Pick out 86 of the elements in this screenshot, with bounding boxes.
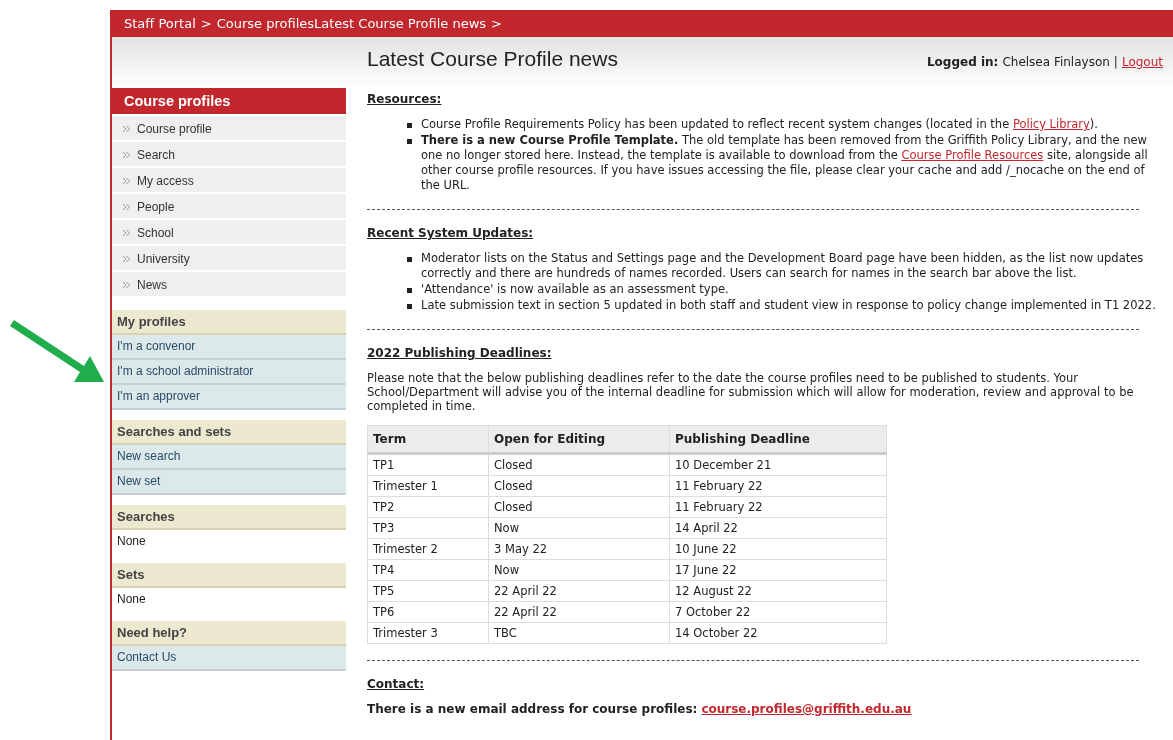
table-cell: TP1 [367,453,489,476]
section-heading: Contact: [367,677,426,691]
table-cell: TP4 [367,559,489,581]
table-cell: TP5 [367,580,489,602]
table-cell: 22 April 22 [488,601,670,623]
section-heading: 2022 Publishing Deadlines: [367,346,553,360]
column-header: Term [367,425,489,454]
table-cell: Closed [488,496,670,518]
breadcrumb-link[interactable]: Course profilesLatest Course Profile news [216,16,487,31]
table-cell: Closed [488,453,670,476]
table-cell: 17 June 22 [669,559,887,581]
table-cell: Now [488,559,670,581]
table-cell: 3 May 22 [488,538,670,560]
bullet-text: Course Profile Requirements Policy has been updated to reflect recent system changes (located in the Policy Library). [421,117,1098,132]
table-cell: 11 February 22 [669,475,887,497]
chevron-icon [123,229,130,236]
nav-link[interactable]: University [112,246,346,270]
contact-text: There is a new email address for course profiles: [367,702,698,716]
table-cell: 10 December 21 [669,453,887,476]
bullet-text: 'Attendance' is now available as an assessment type. [421,282,729,297]
table-cell: Closed [488,475,670,497]
empty-note: None [116,533,147,550]
sidebar-link[interactable]: I'm an approver [112,385,346,410]
nav-link[interactable]: Course profile [112,116,346,140]
nav-link[interactable]: Search [112,142,346,166]
table-cell: 14 October 22 [669,622,887,644]
table-cell: 12 August 22 [669,580,887,602]
table-cell: Now [488,517,670,539]
table-cell: Trimester 3 [367,622,489,644]
bullet-icon [407,288,412,293]
login-separator: | [1113,55,1118,69]
section-heading: Resources: [367,92,443,106]
sidebar-link[interactable]: New set [112,470,346,495]
nav-link[interactable]: People [112,194,346,218]
user-name: Chelsea Finlayson [1002,55,1110,69]
table-cell: Trimester 2 [367,538,489,560]
table-cell: 11 February 22 [669,496,887,518]
email-link[interactable]: course.profiles@griffith.edu.au [701,702,912,716]
sidebar-link[interactable]: I'm a school administrator [112,360,346,385]
bullet-icon [407,123,412,128]
section-heading: Searches and sets [112,420,346,445]
column-header: Open for Editing [488,425,670,454]
chevron-icon [123,203,130,210]
section-heading: Recent System Updates: [367,226,535,240]
table-cell: TBC [488,622,670,644]
page-title: Latest Course Profile news [367,47,618,71]
sidebar-link[interactable]: New search [112,445,346,470]
empty-note: None [116,591,147,608]
nav-link[interactable]: School [112,220,346,244]
sidebar-link[interactable]: Contact Us [112,646,346,671]
table-cell: 10 June 22 [669,538,887,560]
chevron-icon [123,125,130,132]
section-heading: My profiles [112,310,346,335]
bullet-text: Moderator lists on the Status and Settings page and the Development Board page have been hidden, as the list now updates correctly and there are hundreds of names recorded. Users can search for names in the search bar above the list. [421,251,1145,281]
bullet-icon [407,257,412,262]
chevron-icon [123,177,130,184]
table-cell: TP3 [367,517,489,539]
nav-link[interactable]: My access [112,168,346,192]
sidebar-heading: Course profiles [112,88,346,114]
column-header: Publishing Deadline [669,425,887,454]
sidebar-link[interactable]: I'm a convenor [112,335,346,360]
chevron-icon [123,281,130,288]
table-cell: TP2 [367,496,489,518]
table-cell: 22 April 22 [488,580,670,602]
breadcrumb-separator: > [491,16,502,31]
table-cell: TP6 [367,601,489,623]
bullet-text: Late submission text in section 5 updated in both staff and student view in response to policy change implemented in T1 2022. [421,298,1156,313]
table-cell: 7 October 22 [669,601,887,623]
table-cell: Trimester 1 [367,475,489,497]
breadcrumb-separator: > [200,16,212,31]
chevron-icon [123,151,130,158]
breadcrumb-link[interactable]: Staff Portal [124,16,196,31]
bullet-text: There is a new Course Profile Template. The old template has been removed from the Griffith Policy Library, and the new one no longer stored here. Instead, the template is available to download from the Course Profile Resources site, alongside all other course profile resources. If you have issues accessing the file, please clear your cache and add /_nocache on the end of the URL. [421,133,1149,193]
intro-text: Please note that the below publishing deadlines refer to the date the course profiles need to be published to students. Your School/Department will advise you of the internal deadline for submission which will allow for moderation, review and approval to be completed in time. [367,371,1135,413]
logout-link[interactable]: Logout [1121,55,1163,69]
inline-link[interactable]: Policy Library [1012,117,1090,131]
inline-link[interactable]: Course Profile Resources [901,148,1044,162]
bullet-icon [407,139,412,144]
table-cell: 14 April 22 [669,517,887,539]
section-heading: Sets [112,563,346,588]
login-label: Logged in: [926,55,999,69]
bullet-icon [407,304,412,309]
section-heading: Need help? [112,621,346,646]
section-heading: Searches [112,505,346,530]
chevron-icon [123,255,130,262]
nav-link[interactable]: News [112,272,346,296]
